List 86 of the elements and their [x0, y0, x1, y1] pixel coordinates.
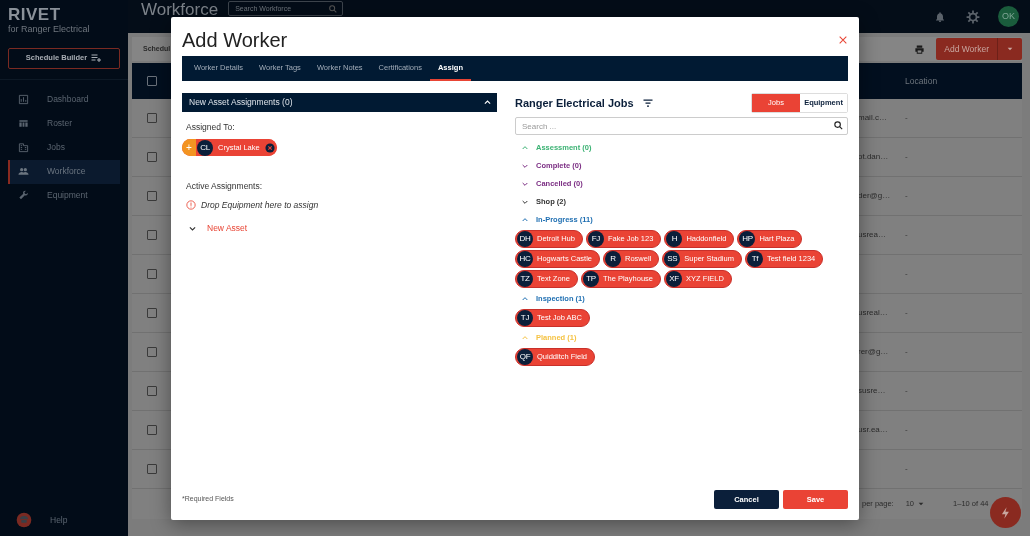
email-cell: der@g…	[858, 191, 891, 200]
initials-avatar: HP	[739, 231, 756, 247]
select-all-checkbox[interactable]	[147, 76, 157, 86]
row-checkbox[interactable]	[147, 308, 157, 318]
email-cell: ot.dan…	[858, 152, 889, 161]
initials-avatar: SS	[664, 251, 681, 267]
initials-avatar: DH	[517, 231, 533, 247]
row-checkbox[interactable]	[147, 347, 157, 357]
action-button[interactable]	[990, 497, 1021, 528]
email-cell: usreal…	[858, 308, 888, 317]
drop-hint: Drop Equipment here to assign	[201, 198, 319, 212]
initials-avatar: TJ	[517, 310, 533, 326]
close-icon	[838, 34, 848, 45]
remove-icon[interactable]	[264, 142, 275, 153]
initials-avatar: R	[605, 251, 622, 267]
dropdown-button[interactable]	[997, 38, 1022, 60]
initials-avatar: HC	[517, 251, 533, 267]
email-cell: usr.ea…	[858, 425, 888, 434]
chevron-icon	[521, 162, 529, 170]
chevron-icon	[188, 224, 197, 234]
row-checkbox[interactable]	[147, 464, 157, 474]
close-button[interactable]	[838, 34, 848, 45]
location-cell: -	[905, 113, 908, 122]
row-checkbox[interactable]	[147, 113, 157, 123]
email-cell: rer@g…	[858, 347, 889, 356]
initials-avatar: H	[666, 231, 683, 247]
info-icon	[186, 199, 196, 210]
chevron-icon	[521, 295, 529, 303]
help-avatar-icon	[16, 512, 32, 528]
building-icon	[18, 142, 29, 153]
bar-chart-icon	[18, 94, 29, 105]
row-checkbox[interactable]	[147, 191, 157, 201]
chevron-icon	[521, 334, 529, 342]
location-cell: -	[905, 152, 908, 161]
email-cell: usrea…	[858, 230, 886, 239]
location-cell: -	[905, 425, 908, 434]
initials-avatar: TP	[582, 271, 599, 287]
bell-icon[interactable]	[934, 10, 946, 23]
location-cell: -	[905, 191, 908, 200]
chevron-icon	[483, 98, 492, 107]
logo-subtitle: for Ranger Electrical	[8, 23, 91, 36]
people-icon	[18, 166, 29, 177]
email-cell: mail.c…	[858, 113, 887, 122]
print-icon[interactable]	[914, 43, 926, 55]
chevron-icon	[521, 180, 529, 188]
initials-avatar: XF	[666, 271, 682, 287]
location-cell: -	[905, 386, 908, 395]
page-title: Workforce	[141, 1, 219, 18]
section-title: Ranger Electrical Jobs	[515, 95, 634, 111]
row-checkbox[interactable]	[147, 152, 157, 162]
caret-icon	[917, 500, 926, 508]
search-icon	[833, 120, 844, 131]
add-worker-button[interactable]: Add Worker	[936, 38, 997, 60]
initials-avatar: TZ	[517, 271, 533, 287]
logo-text: RIVET	[8, 6, 62, 23]
location-cell: -	[905, 464, 908, 473]
search-icon	[328, 4, 339, 14]
section-header[interactable]: New Asset Assignments (0)	[182, 93, 497, 112]
location-cell: -	[905, 347, 908, 356]
table-icon	[18, 118, 29, 129]
initials-avatar: Tf	[746, 251, 763, 267]
row-checkbox[interactable]	[147, 230, 157, 240]
dialog-title: Add Worker	[182, 27, 288, 52]
row-checkbox[interactable]	[147, 269, 157, 279]
asset-toggle[interactable]: New Asset	[188, 222, 248, 235]
location-cell: -	[905, 269, 908, 278]
chevron-icon	[521, 216, 529, 224]
initials-avatar: QF	[517, 349, 533, 365]
column-header[interactable]: Location	[905, 74, 938, 88]
initials-avatar: FJ	[587, 231, 604, 247]
email-cell: susre…	[858, 386, 886, 395]
field-label: Assigned To:	[186, 121, 236, 134]
playlist-add-icon	[90, 52, 103, 64]
row-checkbox[interactable]	[147, 386, 157, 396]
location-cell: -	[905, 308, 908, 317]
chevron-icon	[521, 144, 529, 152]
filter-icon[interactable]	[641, 97, 654, 109]
chevron-icon	[521, 198, 529, 206]
caret-icon	[1006, 45, 1014, 53]
wrench-icon	[18, 190, 29, 201]
location-cell: -	[905, 230, 908, 239]
field-label: Active Assignments:	[186, 179, 264, 193]
initials-avatar: CL	[197, 139, 213, 156]
sidebar-item[interactable]: Workforce	[8, 159, 120, 184]
row-checkbox[interactable]	[147, 425, 157, 435]
settings-icon[interactable]	[966, 9, 980, 24]
